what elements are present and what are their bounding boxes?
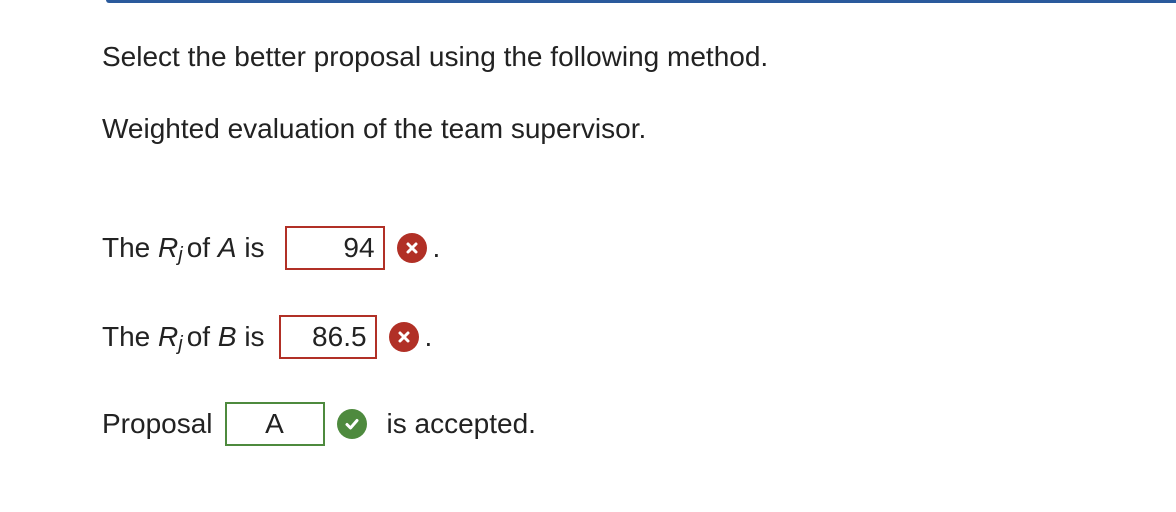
row-rj-b: The R j of B is 86.5 . xyxy=(102,315,432,359)
row-b-subscript: j xyxy=(178,332,183,355)
answer-field-a[interactable]: 94 xyxy=(284,226,385,270)
question-page: Select the better proposal using the fol… xyxy=(0,0,1176,512)
proposal-select-field[interactable]: A xyxy=(224,402,325,446)
row-b-proposal-name: B xyxy=(217,321,237,352)
x-circle-icon xyxy=(388,322,419,352)
row-b-variable: R xyxy=(158,321,179,352)
row-b-suffix: is xyxy=(236,321,265,352)
answer-field-b[interactable]: 86.5 xyxy=(278,315,377,359)
answer-a-value: 94 xyxy=(343,232,375,263)
method-text: Weighted evaluation of the team supervis… xyxy=(102,113,647,144)
x-circle-icon xyxy=(396,233,427,263)
row-a-suffix: is xyxy=(236,232,265,263)
row-a-prefix: The xyxy=(102,232,159,263)
answer-b-value: 86.5 xyxy=(312,321,367,352)
instruction-text: Select the better proposal using the fol… xyxy=(102,41,769,72)
proposal-select-value: A xyxy=(265,408,284,439)
check-circle-icon xyxy=(336,409,367,439)
row-a-variable: R xyxy=(158,232,179,263)
row-b-middle: of xyxy=(186,321,218,352)
row-c-prefix: Proposal xyxy=(102,408,213,439)
row-a-end: . xyxy=(432,232,441,263)
row-a-proposal-name: A xyxy=(217,232,237,263)
row-c-end: is accepted. xyxy=(386,408,536,439)
row-b-prefix: The xyxy=(102,321,159,352)
top-divider xyxy=(106,0,1176,3)
row-a-middle: of xyxy=(186,232,218,263)
row-a-subscript: j xyxy=(178,243,183,266)
row-rj-a: The R j of A is 94 . xyxy=(102,226,440,270)
row-b-end: . xyxy=(424,321,433,352)
row-accepted-proposal: Proposal A is accepted. xyxy=(102,402,536,446)
